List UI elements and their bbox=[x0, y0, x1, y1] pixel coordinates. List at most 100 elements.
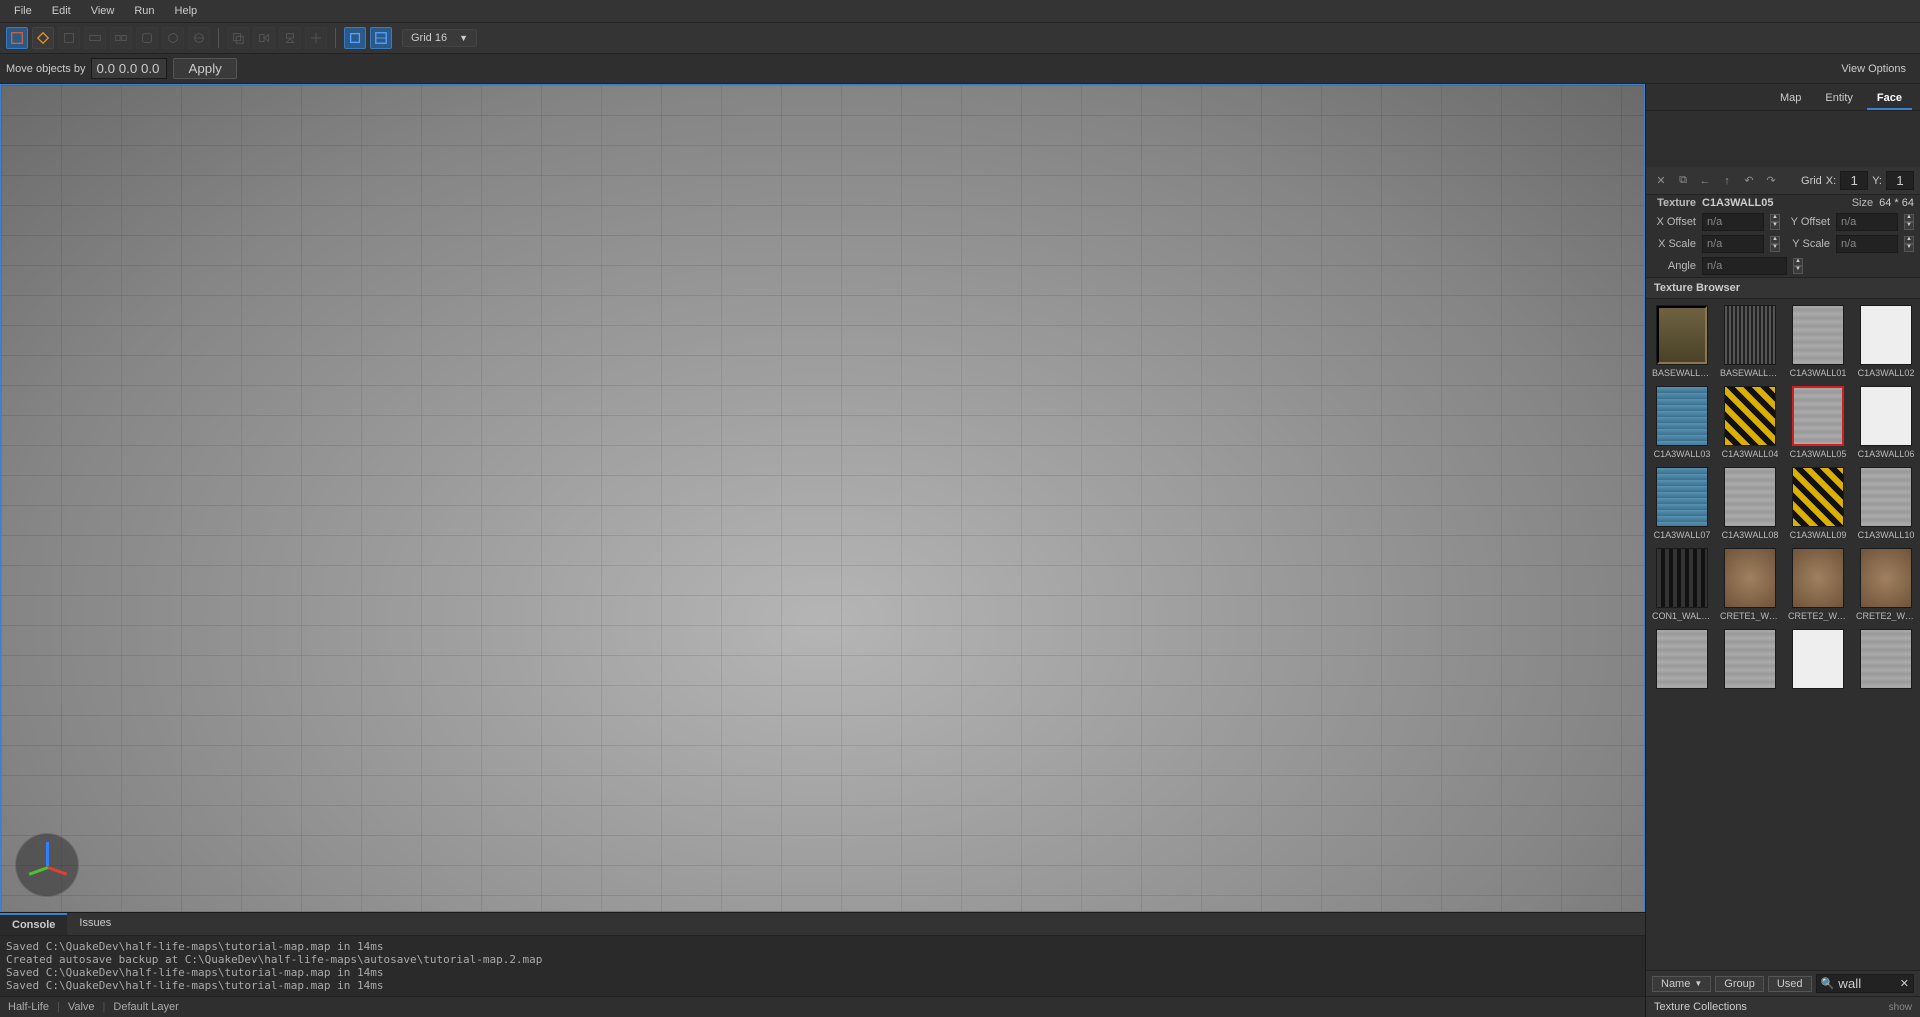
texture-item[interactable] bbox=[1720, 629, 1780, 692]
menu-edit[interactable]: Edit bbox=[42, 2, 81, 20]
tool-flip-v[interactable] bbox=[279, 27, 301, 49]
texture-name: CON1_WALL01P bbox=[1652, 611, 1712, 621]
texture-collections-header[interactable]: Texture Collections show bbox=[1646, 996, 1920, 1017]
texture-name: BASEWALL04C bbox=[1652, 368, 1712, 378]
search-icon: 🔍 bbox=[1821, 977, 1835, 990]
apply-button[interactable]: Apply bbox=[173, 58, 236, 79]
tool-7[interactable] bbox=[162, 27, 184, 49]
texture-thumb bbox=[1860, 548, 1912, 608]
tool-texture-lock[interactable] bbox=[344, 27, 366, 49]
menu-run[interactable]: Run bbox=[124, 2, 164, 20]
sort-name-dropdown[interactable]: Name▼ bbox=[1652, 976, 1711, 992]
texture-thumb bbox=[1792, 548, 1844, 608]
chevron-down-icon: ▼ bbox=[459, 33, 468, 43]
tool-5[interactable] bbox=[110, 27, 132, 49]
arrow-left-icon[interactable]: ← bbox=[1696, 172, 1714, 190]
tool-8[interactable] bbox=[188, 27, 210, 49]
texture-item[interactable]: CON1_WALL01P bbox=[1652, 548, 1712, 621]
tool-uv-lock[interactable] bbox=[370, 27, 392, 49]
move-objects-bar: Move objects by Apply View Options bbox=[0, 54, 1920, 84]
yoffset-label: Y Offset bbox=[1786, 216, 1830, 228]
size-label: Size bbox=[1829, 197, 1873, 209]
redo-icon[interactable]: ↷ bbox=[1762, 172, 1780, 190]
xoffset-stepper[interactable]: ▲▼ bbox=[1770, 214, 1780, 230]
used-button[interactable]: Used bbox=[1768, 976, 1812, 992]
yscale-input[interactable]: n/a bbox=[1836, 235, 1898, 253]
tab-issues[interactable]: Issues bbox=[67, 913, 123, 935]
texture-search[interactable]: 🔍 ✕ bbox=[1816, 974, 1914, 993]
tab-console[interactable]: Console bbox=[0, 913, 67, 935]
grid-x-label: X: bbox=[1826, 175, 1836, 187]
console-tabs: Console Issues bbox=[0, 913, 1645, 936]
texture-browser-grid[interactable]: BASEWALL04CBASEWALL05AC1A3WALL01C1A3WALL… bbox=[1646, 299, 1920, 970]
undo-icon[interactable]: ↶ bbox=[1740, 172, 1758, 190]
yoffset-input[interactable]: n/a bbox=[1836, 213, 1898, 231]
texture-item[interactable]: CRETE1_WALL01 bbox=[1720, 548, 1780, 621]
console-panel: Console Issues Saved C:\QuakeDev\half-li… bbox=[0, 912, 1645, 996]
texture-item[interactable]: C1A3WALL02 bbox=[1856, 305, 1916, 378]
xscale-input[interactable]: n/a bbox=[1702, 235, 1764, 253]
tool-select[interactable] bbox=[6, 27, 28, 49]
texture-item[interactable]: BASEWALL05A bbox=[1720, 305, 1780, 378]
tool-6[interactable] bbox=[136, 27, 158, 49]
tab-face[interactable]: Face bbox=[1867, 88, 1912, 110]
texture-item[interactable]: C1A3WALL05 bbox=[1788, 386, 1848, 459]
tool-brush[interactable] bbox=[32, 27, 54, 49]
texture-item[interactable]: C1A3WALL01 bbox=[1788, 305, 1848, 378]
menu-help[interactable]: Help bbox=[165, 2, 208, 20]
status-bar: Half-Life | Valve | Default Layer bbox=[0, 996, 1645, 1017]
tool-copy[interactable] bbox=[227, 27, 249, 49]
tool-flip-h[interactable] bbox=[253, 27, 275, 49]
texture-item[interactable]: C1A3WALL03 bbox=[1652, 386, 1712, 459]
texture-item[interactable]: CRETE2_WALL01 bbox=[1788, 548, 1848, 621]
tab-entity[interactable]: Entity bbox=[1815, 88, 1863, 110]
texture-item[interactable]: C1A3WALL10 bbox=[1856, 467, 1916, 540]
toolbar: Grid 16 ▼ bbox=[0, 23, 1920, 54]
texture-name: C1A3WALL06 bbox=[1858, 449, 1915, 459]
texture-thumb bbox=[1724, 467, 1776, 527]
copy-icon[interactable]: ⧉ bbox=[1674, 172, 1692, 190]
view-options-button[interactable]: View Options bbox=[1833, 61, 1914, 77]
grid-y-input[interactable] bbox=[1886, 171, 1914, 190]
texture-item[interactable] bbox=[1856, 629, 1916, 692]
texture-item[interactable]: CRETE2_WALL02 bbox=[1856, 548, 1916, 621]
texture-thumb bbox=[1724, 305, 1776, 365]
texture-search-input[interactable] bbox=[1838, 976, 1896, 991]
scene-render bbox=[1, 85, 1644, 911]
viewport-3d[interactable] bbox=[0, 84, 1645, 912]
tab-map[interactable]: Map bbox=[1770, 88, 1811, 110]
grid-size-select[interactable]: Grid 16 ▼ bbox=[402, 29, 477, 47]
arrow-up-icon[interactable]: ↑ bbox=[1718, 172, 1736, 190]
xscale-stepper[interactable]: ▲▼ bbox=[1770, 236, 1780, 252]
status-layer: Default Layer bbox=[113, 1001, 178, 1013]
move-vector-input[interactable] bbox=[91, 58, 167, 79]
texture-item[interactable]: C1A3WALL06 bbox=[1856, 386, 1916, 459]
close-icon[interactable]: ✕ bbox=[1652, 172, 1670, 190]
tool-axis-align[interactable] bbox=[305, 27, 327, 49]
angle-stepper[interactable]: ▲▼ bbox=[1793, 258, 1803, 274]
grid-x-input[interactable] bbox=[1840, 171, 1868, 190]
xoffset-input[interactable]: n/a bbox=[1702, 213, 1764, 231]
texture-item[interactable]: C1A3WALL08 bbox=[1720, 467, 1780, 540]
texture-item[interactable]: C1A3WALL07 bbox=[1652, 467, 1712, 540]
face-grid-label: Grid bbox=[1801, 175, 1822, 187]
texture-item[interactable]: BASEWALL04C bbox=[1652, 305, 1712, 378]
clear-search-icon[interactable]: ✕ bbox=[1900, 977, 1909, 990]
texture-item[interactable] bbox=[1788, 629, 1848, 692]
axis-gizmo[interactable] bbox=[15, 833, 79, 897]
tool-4[interactable] bbox=[84, 27, 106, 49]
menu-file[interactable]: File bbox=[4, 2, 42, 20]
yscale-stepper[interactable]: ▲▼ bbox=[1904, 236, 1914, 252]
texture-item[interactable]: C1A3WALL04 bbox=[1720, 386, 1780, 459]
yoffset-stepper[interactable]: ▲▼ bbox=[1904, 214, 1914, 230]
group-button[interactable]: Group bbox=[1715, 976, 1764, 992]
texture-thumb bbox=[1656, 386, 1708, 446]
texture-item[interactable] bbox=[1652, 629, 1712, 692]
yscale-label: Y Scale bbox=[1786, 238, 1830, 250]
tool-3[interactable] bbox=[58, 27, 80, 49]
texture-item[interactable]: C1A3WALL09 bbox=[1788, 467, 1848, 540]
menu-view[interactable]: View bbox=[81, 2, 125, 20]
texture-thumb bbox=[1792, 629, 1844, 689]
angle-input[interactable]: n/a bbox=[1702, 257, 1787, 275]
collections-show-button[interactable]: show bbox=[1889, 1002, 1912, 1013]
